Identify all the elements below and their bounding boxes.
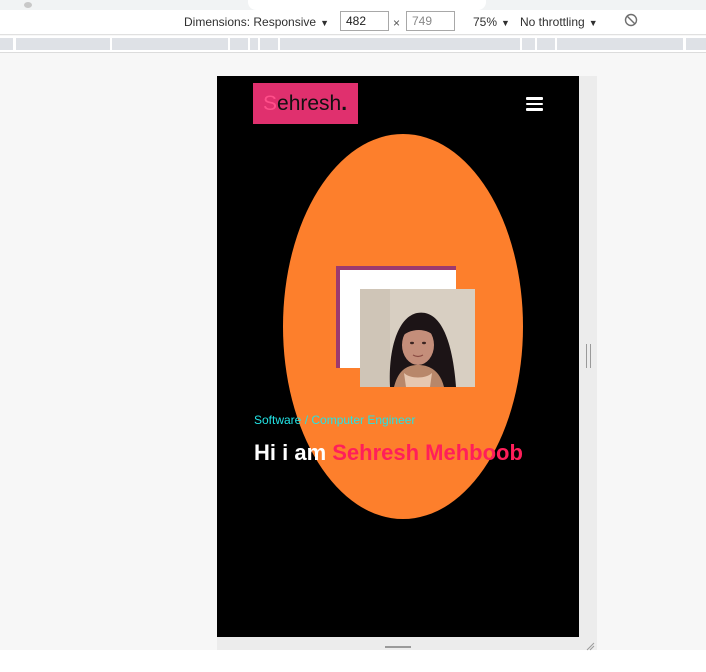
media-query-segment[interactable]: [280, 38, 520, 50]
hero-headline: Hi i am Sehresh Mehboob: [254, 440, 523, 466]
device-screen: Sehresh. Software / Computer Engineer Hi…: [217, 76, 579, 637]
width-input[interactable]: [340, 11, 389, 31]
throttling-label: No throttling: [520, 15, 585, 29]
media-query-segment[interactable]: [260, 38, 278, 50]
chevron-down-icon: ▼: [588, 18, 598, 28]
chevron-down-icon: ▼: [501, 18, 510, 28]
zoom-label: 75%: [473, 15, 498, 29]
media-query-bar[interactable]: [0, 36, 706, 53]
rotate-icon[interactable]: [624, 13, 638, 27]
media-query-segment[interactable]: [250, 38, 258, 50]
portrait-illustration: [360, 289, 475, 387]
profile-photo: [360, 289, 475, 387]
menu-icon[interactable]: [526, 97, 543, 111]
active-tab[interactable]: [248, 0, 486, 10]
media-query-segment[interactable]: [537, 38, 555, 50]
media-query-segment[interactable]: [112, 38, 228, 50]
resize-corner-icon[interactable]: [585, 641, 595, 651]
resize-handle-right[interactable]: [586, 344, 591, 368]
site-logo[interactable]: Sehresh.: [253, 83, 358, 124]
media-query-segment[interactable]: [557, 38, 683, 50]
times-icon: ×: [393, 16, 401, 30]
media-query-segment[interactable]: [686, 38, 706, 50]
logo-first-letter: S: [263, 92, 278, 115]
device-toolbar: Dimensions: Responsive▼ × 75%▼ No thrott…: [0, 10, 706, 35]
hero-name: Sehresh Mehboob: [332, 440, 523, 465]
browser-tab-strip: [0, 0, 706, 10]
height-input[interactable]: [406, 11, 455, 31]
media-query-segment[interactable]: [522, 38, 535, 50]
dimensions-label: Dimensions: Responsive: [184, 15, 317, 29]
throttling-dropdown[interactable]: No throttling ▼: [520, 15, 598, 29]
media-query-segment[interactable]: [16, 38, 110, 50]
hero-subtitle: Software / Computer Engineer: [254, 413, 416, 427]
resize-handle-bottom[interactable]: [385, 646, 411, 648]
tab-strip-control[interactable]: [24, 2, 32, 8]
logo-dot: .: [341, 92, 348, 115]
zoom-dropdown[interactable]: 75% ▼: [473, 15, 510, 29]
media-query-segment[interactable]: [0, 38, 13, 50]
logo-rest: ehresh: [277, 92, 342, 115]
hero-greeting: Hi i am: [254, 440, 333, 465]
dimensions-dropdown[interactable]: Dimensions: Responsive ▼: [184, 15, 329, 29]
devtools-bottom-area: [0, 650, 706, 672]
media-query-segment[interactable]: [230, 38, 248, 50]
chevron-down-icon: ▼: [320, 18, 329, 28]
